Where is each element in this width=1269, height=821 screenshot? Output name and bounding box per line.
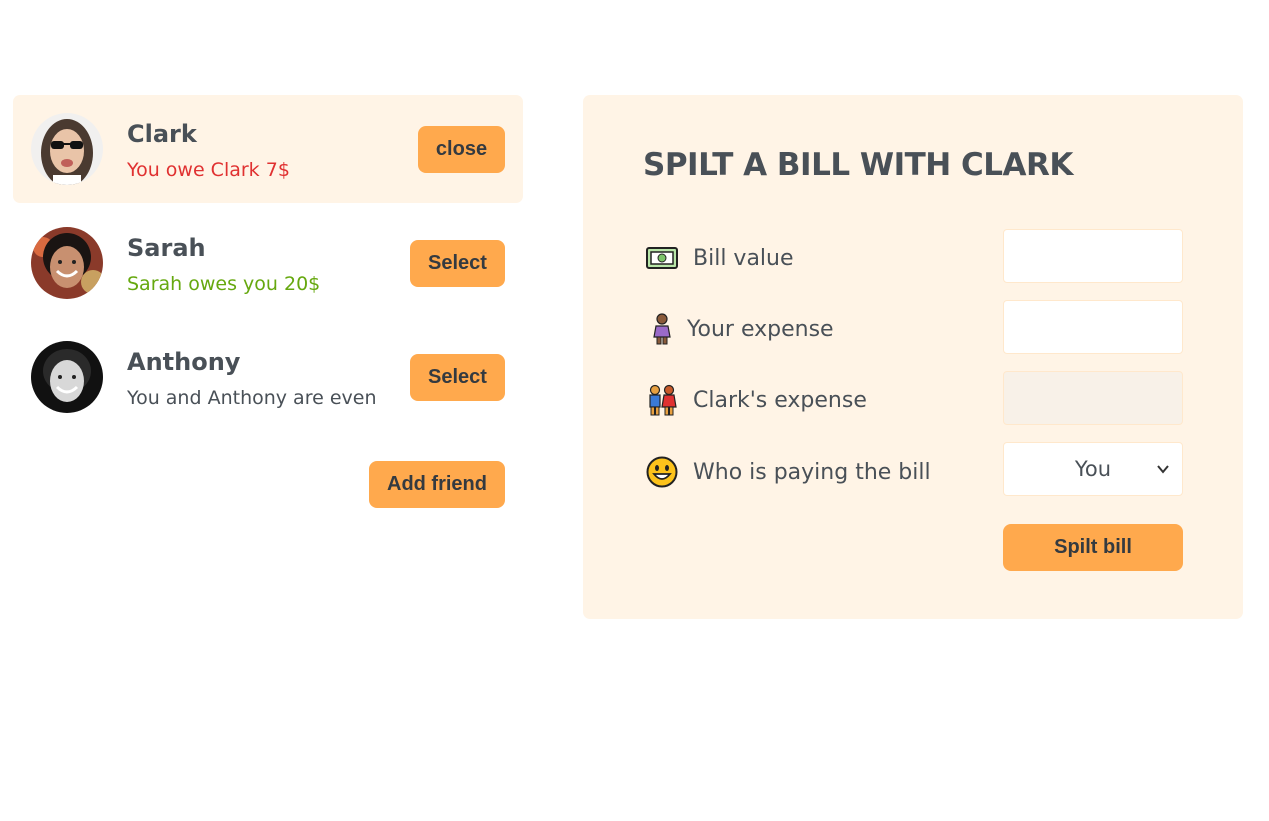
couple-icon — [645, 383, 679, 417]
label-text: Your expense — [687, 316, 834, 342]
friend-expense-label: Clark's expense — [645, 383, 867, 417]
friend-item-sarah: Sarah Sarah owes you 20$ Select — [13, 209, 523, 317]
label-text: Who is paying the bill — [693, 459, 931, 485]
form-title: SPILT A BILL WITH CLARK — [643, 147, 1073, 183]
friend-name: Sarah — [127, 234, 206, 262]
friends-list: Clark You owe Clark 7$ close Sarah Sarah… — [13, 95, 523, 508]
friend-balance: You and Anthony are even — [127, 387, 377, 409]
select-friend-button[interactable]: Select — [410, 240, 505, 287]
your-expense-input[interactable] — [1003, 300, 1183, 354]
bill-value-input[interactable] — [1003, 229, 1183, 283]
avatar — [31, 113, 103, 185]
payer-select[interactable]: You — [1003, 442, 1183, 496]
payer-label: Who is paying the bill — [645, 455, 931, 489]
friend-balance: Sarah owes you 20$ — [127, 273, 321, 295]
close-button[interactable]: close — [418, 126, 505, 173]
bill-value-label: Bill value — [645, 241, 794, 275]
friend-name: Clark — [127, 120, 197, 148]
woman-icon — [645, 312, 679, 346]
friend-name: Anthony — [127, 348, 241, 376]
payer-selected-value: You — [1074, 457, 1112, 481]
avatar — [31, 341, 103, 413]
select-friend-button[interactable]: Select — [410, 354, 505, 401]
smiley-icon — [645, 455, 679, 489]
add-friend-button[interactable]: Add friend — [369, 461, 505, 508]
friend-expense-input — [1003, 371, 1183, 425]
split-bill-form: SPILT A BILL WITH CLARK Bill value Your … — [583, 95, 1243, 619]
friend-item-clark: Clark You owe Clark 7$ close — [13, 95, 523, 203]
eat-n-split-app: Clark You owe Clark 7$ close Sarah Sarah… — [0, 0, 1269, 821]
money-icon — [645, 241, 679, 275]
your-expense-label: Your expense — [645, 312, 834, 346]
chevron-down-icon — [1157, 465, 1169, 474]
split-bill-button[interactable]: Spilt bill — [1003, 524, 1183, 571]
label-text: Bill value — [693, 245, 794, 271]
friend-balance: You owe Clark 7$ — [127, 159, 290, 181]
label-text: Clark's expense — [693, 387, 867, 413]
avatar — [31, 227, 103, 299]
friend-item-anthony: Anthony You and Anthony are even Select — [13, 323, 523, 431]
